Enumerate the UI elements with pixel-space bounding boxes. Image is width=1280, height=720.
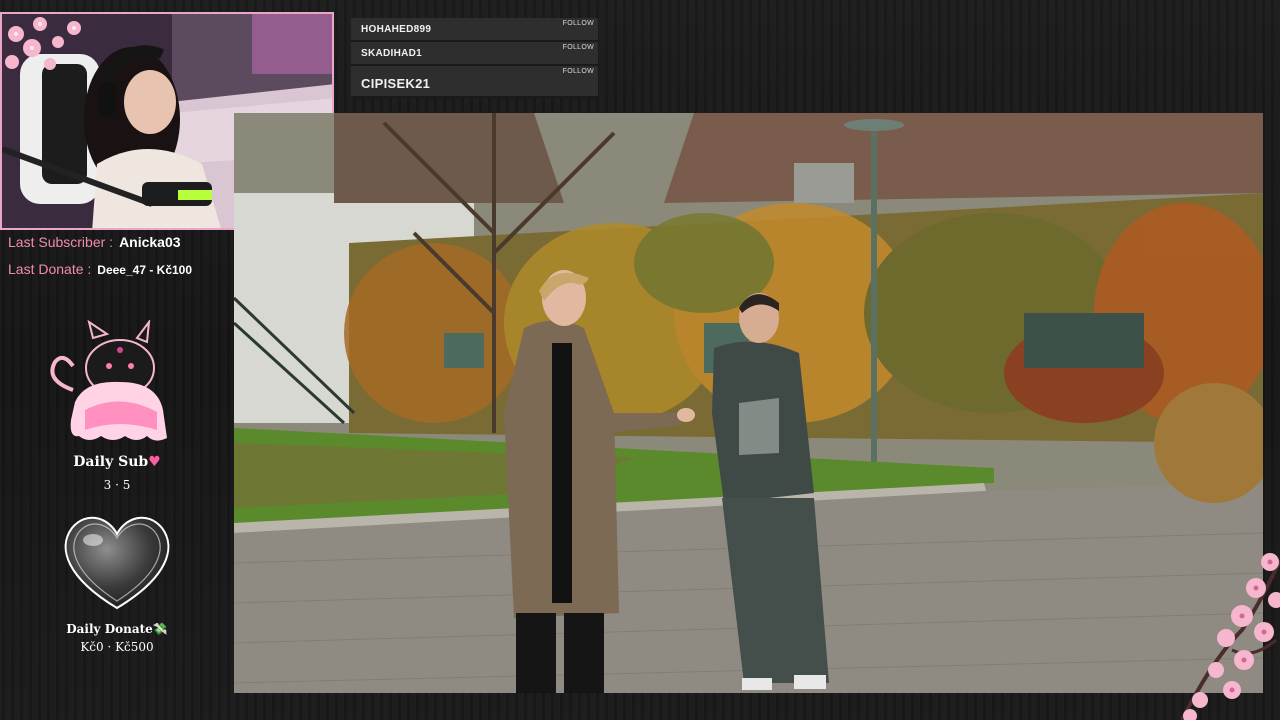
daily-donate-title: Daily Donate💸 — [0, 622, 234, 636]
heart-goal-icon — [64, 516, 170, 610]
last-donate: Last Donate : Deee_47 - Kč100 — [8, 261, 192, 277]
last-subscriber-label: Last Subscriber : — [8, 234, 114, 250]
follower-item: HOHAHED899 FOLLOW — [351, 18, 598, 42]
recent-followers-list: HOHAHED899 FOLLOW SKADIHAD1 FOLLOW CIPIS… — [351, 18, 598, 98]
heart-icon: ♥ — [148, 454, 161, 470]
daily-sub-label: Daily Sub — [73, 454, 149, 470]
follow-button[interactable]: FOLLOW — [563, 68, 594, 75]
last-subscriber: Last Subscriber : Anicka03 — [8, 234, 181, 250]
follower-name: CIPISEK21 — [361, 76, 431, 91]
cat-ghost-mascot-icon — [50, 320, 167, 441]
follower-name: HOHAHED899 — [361, 24, 432, 35]
cherry-blossom-decoration — [1180, 553, 1280, 720]
last-donate-label: Last Donate : — [8, 261, 92, 277]
follow-button[interactable]: FOLLOW — [563, 44, 594, 51]
stream-overlay: Last Subscriber : Anicka03 Last Donate : D… — [0, 0, 1280, 720]
daily-sub-title: Daily Sub♥ — [0, 454, 234, 470]
follow-button[interactable]: FOLLOW — [563, 20, 594, 27]
last-subscriber-value: Anicka03 — [119, 234, 181, 250]
video-player[interactable] — [234, 113, 1263, 693]
daily-donate-value: Kč0 · Kč500 — [80, 640, 154, 654]
daily-donate-label: Daily Donate — [66, 622, 153, 636]
daily-sub-value: 3 · 5 — [103, 478, 131, 492]
last-donate-value: Deee_47 - Kč100 — [97, 263, 193, 277]
money-icon: 💸 — [152, 622, 168, 636]
follower-item: SKADIHAD1 FOLLOW — [351, 42, 598, 66]
follower-item: CIPISEK21 FOLLOW — [351, 66, 598, 98]
follower-name: SKADIHAD1 — [361, 48, 423, 59]
